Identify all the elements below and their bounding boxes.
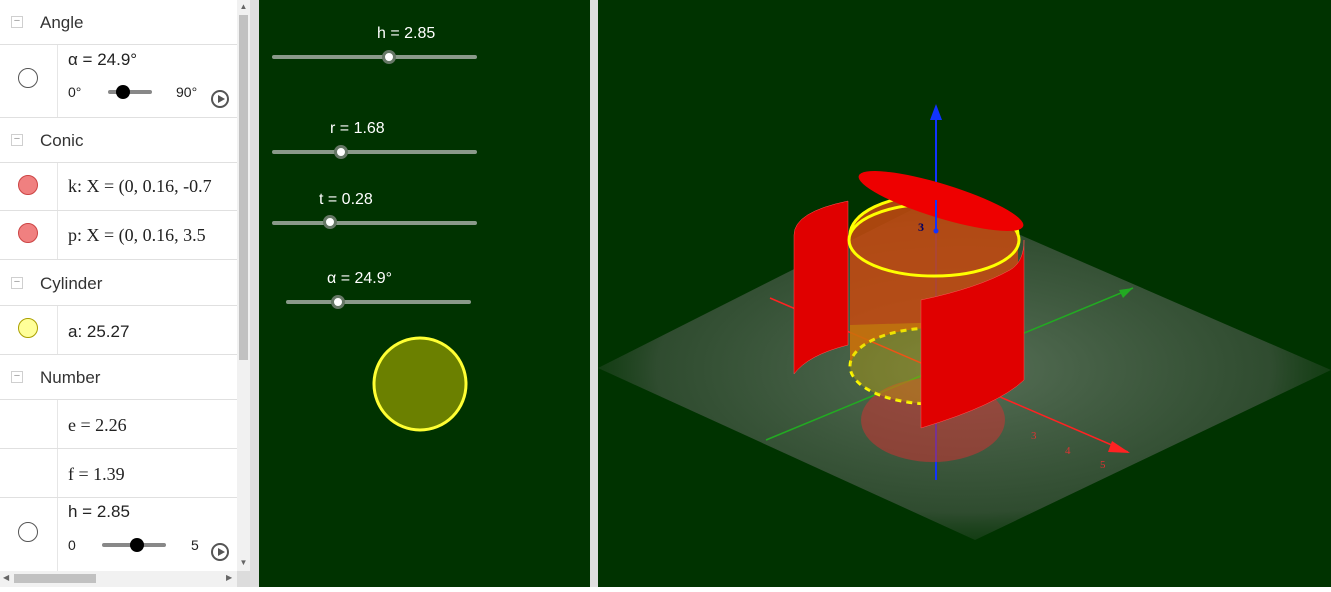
group-header-angle[interactable]: − Angle bbox=[0, 0, 237, 45]
scroll-thumb[interactable] bbox=[239, 15, 248, 360]
slider-alpha-track[interactable] bbox=[286, 300, 471, 304]
collapse-icon[interactable]: − bbox=[11, 16, 23, 28]
slider-t-knob[interactable] bbox=[323, 215, 337, 229]
divider bbox=[57, 306, 58, 354]
visibility-toggle[interactable] bbox=[18, 318, 38, 338]
scroll-thumb[interactable] bbox=[14, 574, 96, 583]
slider-max-label: 90° bbox=[176, 84, 198, 100]
h-slider-knob[interactable] bbox=[130, 538, 144, 552]
slider-t-track[interactable] bbox=[272, 221, 477, 225]
divider bbox=[57, 400, 58, 448]
scroll-up-icon[interactable]: ▲ bbox=[237, 2, 250, 11]
algebra-item-k[interactable]: k: X = (0, 0.16, -0.7 bbox=[0, 163, 237, 211]
group-header-number[interactable]: − Number bbox=[0, 355, 237, 400]
group-title: Angle bbox=[40, 13, 84, 32]
collapse-icon[interactable]: − bbox=[11, 371, 23, 383]
h-definition[interactable]: h = 2.85 bbox=[68, 502, 130, 522]
divider bbox=[57, 45, 58, 117]
visibility-toggle[interactable] bbox=[18, 522, 38, 542]
view-divider[interactable] bbox=[590, 0, 598, 587]
group-title: Cylinder bbox=[40, 274, 103, 293]
vertical-scrollbar[interactable]: ▲ ▼ bbox=[237, 0, 250, 571]
divider bbox=[57, 449, 58, 497]
scroll-down-icon[interactable]: ▼ bbox=[237, 558, 250, 567]
scrollbar-corner bbox=[237, 571, 250, 587]
algebra-item-p[interactable]: p: X = (0, 0.16, 3.5 bbox=[0, 211, 237, 260]
group-title: Conic bbox=[40, 131, 84, 150]
visibility-toggle[interactable] bbox=[18, 68, 38, 88]
algebra-item-e[interactable]: e = 2.26 bbox=[0, 400, 237, 449]
slider-min-label: 0° bbox=[68, 84, 82, 100]
slider-h-knob[interactable] bbox=[382, 50, 396, 64]
x-tick-label: 5 bbox=[1100, 459, 1106, 471]
e-definition[interactable]: e = 2.26 bbox=[68, 415, 127, 436]
slider-max-label: 5 bbox=[191, 537, 199, 553]
z-axis-arrow-icon bbox=[930, 104, 942, 120]
slider-alpha-label: α = 24.9° bbox=[327, 270, 393, 287]
slider-r-label: r = 1.68 bbox=[330, 120, 385, 137]
3d-canvas[interactable]: 3 4 5 3 bbox=[598, 0, 1331, 587]
algebra-item-f[interactable]: f = 1.39 bbox=[0, 449, 237, 498]
slider-min-label: 0 bbox=[68, 537, 76, 553]
algebra-item-alpha[interactable]: α = 24.9° 0° 90° bbox=[0, 45, 237, 118]
x-tick-label: 4 bbox=[1065, 445, 1071, 457]
group-header-conic[interactable]: − Conic bbox=[0, 118, 237, 163]
x-tick-label: 3 bbox=[1031, 430, 1037, 442]
a-definition[interactable]: a: 25.27 bbox=[68, 322, 129, 342]
group-header-cylinder[interactable]: − Cylinder bbox=[0, 261, 237, 306]
collapse-icon[interactable]: − bbox=[11, 134, 23, 146]
algebra-item-a[interactable]: a: 25.27 bbox=[0, 306, 237, 355]
slider-r-knob[interactable] bbox=[334, 145, 348, 159]
slider-alpha-knob[interactable] bbox=[331, 295, 345, 309]
k-definition[interactable]: k: X = (0, 0.16, -0.7 bbox=[68, 176, 212, 197]
divider bbox=[57, 163, 58, 210]
play-icon[interactable] bbox=[211, 543, 229, 561]
visibility-toggle[interactable] bbox=[18, 223, 38, 243]
z-tick-label: 3 bbox=[918, 220, 924, 234]
group-title: Number bbox=[40, 368, 101, 387]
scroll-right-icon[interactable]: ▶ bbox=[226, 573, 232, 582]
p-definition[interactable]: p: X = (0, 0.16, 3.5 bbox=[68, 225, 206, 246]
graphics-3d-view[interactable]: 3 4 5 3 bbox=[598, 0, 1331, 587]
alpha-slider-track[interactable] bbox=[108, 90, 152, 94]
graphics-view[interactable]: h = 2.85 r = 1.68 t = 0.28 α = 24.9° bbox=[259, 0, 590, 587]
divider bbox=[57, 211, 58, 259]
graphics-canvas bbox=[372, 336, 468, 432]
view-divider[interactable] bbox=[250, 0, 259, 587]
slider-r-track[interactable] bbox=[272, 150, 477, 154]
scroll-left-icon[interactable]: ◀ bbox=[3, 573, 9, 582]
alpha-slider-knob[interactable] bbox=[116, 85, 130, 99]
algebra-item-h[interactable]: h = 2.85 0 5 bbox=[0, 498, 237, 571]
play-icon[interactable] bbox=[211, 90, 229, 108]
alpha-definition[interactable]: α = 24.9° bbox=[68, 50, 137, 70]
yellow-circle[interactable] bbox=[372, 336, 468, 432]
slider-h-label: h = 2.85 bbox=[377, 25, 436, 42]
f-definition[interactable]: f = 1.39 bbox=[68, 464, 125, 485]
visibility-toggle[interactable] bbox=[18, 175, 38, 195]
slider-t-label: t = 0.28 bbox=[319, 191, 373, 208]
z-tick-mark bbox=[933, 228, 939, 234]
slider-h-track[interactable] bbox=[272, 55, 477, 59]
divider bbox=[57, 498, 58, 571]
collapse-icon[interactable]: − bbox=[11, 277, 23, 289]
horizontal-scrollbar[interactable]: ◀ ▶ bbox=[0, 571, 237, 587]
algebra-view: − Angle α = 24.9° 0° 90° − Conic k: X = … bbox=[0, 0, 237, 571]
